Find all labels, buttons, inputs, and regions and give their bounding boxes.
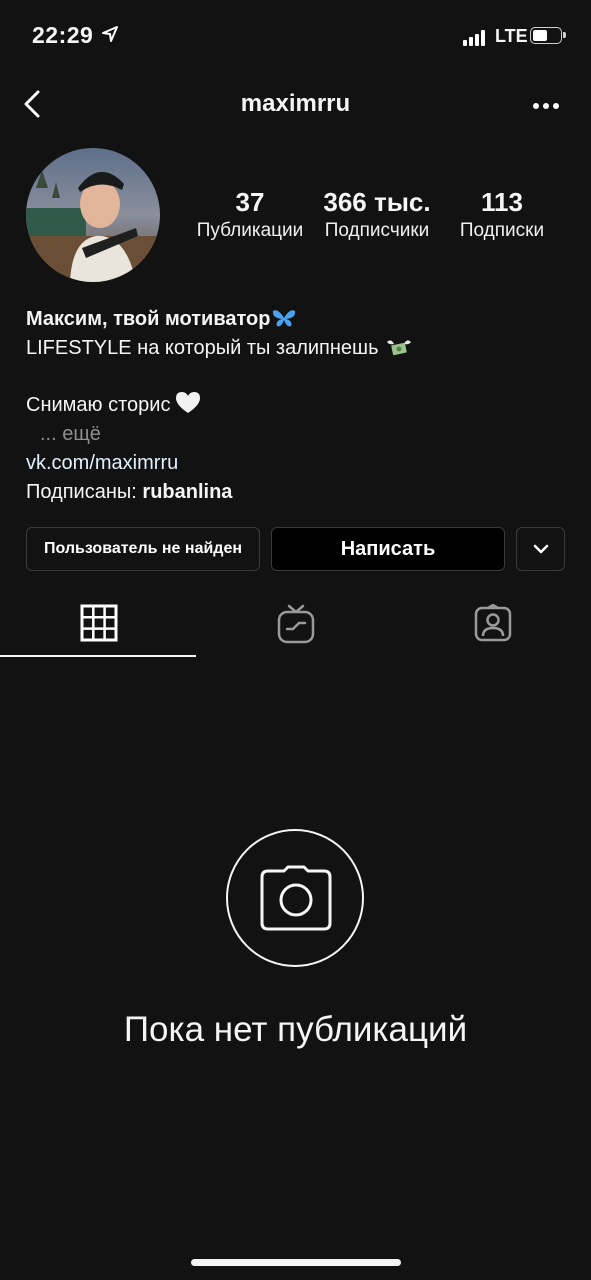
grid-icon — [80, 604, 118, 642]
stat-followers-value: 366 тыс. — [323, 187, 431, 217]
home-indicator — [191, 1259, 401, 1266]
camera-icon — [260, 865, 332, 931]
suggested-dropdown-button[interactable] — [516, 527, 565, 571]
stat-following[interactable]: 113 Подписки — [446, 186, 558, 244]
profile-tabs — [0, 590, 591, 658]
profile-header: maximrru — [0, 78, 591, 134]
stat-posts-label: Публикации — [196, 220, 304, 241]
bio-line-1: LIFESTYLE на который ты залипнешь — [26, 334, 566, 363]
bio-website-link[interactable]: vk.com/maximrru — [26, 452, 178, 474]
more-horizontal-icon — [533, 103, 559, 109]
stat-posts-value: 37 — [235, 187, 265, 217]
signal-icon — [463, 30, 489, 46]
more-options-button[interactable] — [529, 92, 563, 120]
igtv-icon — [277, 604, 315, 644]
money-with-wings-emoji-icon — [386, 340, 411, 356]
chevron-down-icon — [533, 544, 548, 554]
profile-screen: 22:29 LTE maximrru 37 Публикации 366 тыс… — [0, 0, 591, 1280]
bio-line-2: Снимаю сторис — [26, 391, 566, 420]
user-not-found-button[interactable]: Пользователь не найден — [26, 527, 260, 571]
bio-line-2-text: Снимаю сторис — [26, 394, 171, 416]
stat-posts[interactable]: 37 Публикации — [192, 186, 308, 244]
butterfly-emoji-icon — [273, 310, 296, 327]
followed-by[interactable]: Подписаны: rubanlina — [26, 478, 566, 507]
stat-following-value: 113 — [481, 187, 523, 217]
tab-igtv[interactable] — [197, 590, 394, 658]
network-label: LTE — [495, 26, 528, 46]
message-button[interactable]: Написать — [271, 527, 505, 571]
bio-name-line: Максим, твой мотиватор — [26, 305, 566, 334]
tab-grid[interactable] — [0, 590, 197, 658]
status-bar: 22:29 LTE — [0, 0, 591, 72]
status-time: 22:29 — [32, 22, 94, 48]
profile-username: maximrru — [240, 90, 351, 117]
stat-followers[interactable]: 366 тыс. Подписчики — [318, 186, 436, 244]
followed-by-user: rubanlina — [142, 481, 233, 503]
white-heart-emoji-icon — [176, 392, 201, 413]
bio-more-link[interactable]: ... ещё — [26, 423, 101, 445]
location-arrow-icon — [102, 26, 118, 42]
tab-tagged[interactable] — [394, 590, 591, 658]
empty-state-text: Пока нет публикаций — [123, 1010, 468, 1049]
profile-avatar[interactable] — [26, 148, 160, 282]
followed-by-prefix: Подписаны: — [26, 481, 137, 503]
bio-line-1-text: LIFESTYLE на который ты залипнешь — [26, 337, 379, 359]
avatar-photo — [26, 148, 160, 282]
profile-bio: Максим, твой мотиватор LIFESTYLE на кото… — [26, 305, 566, 507]
bio-name: Максим, твой мотиватор — [26, 308, 271, 330]
stat-following-label: Подписки — [459, 220, 545, 241]
battery-icon — [530, 27, 566, 44]
profile-stats: 37 Публикации 366 тыс. Подписчики 113 По… — [180, 186, 580, 246]
stat-followers-label: Подписчики — [324, 220, 430, 241]
empty-state-circle — [226, 829, 364, 967]
active-tab-indicator — [0, 655, 196, 657]
tagged-person-icon — [474, 604, 512, 642]
